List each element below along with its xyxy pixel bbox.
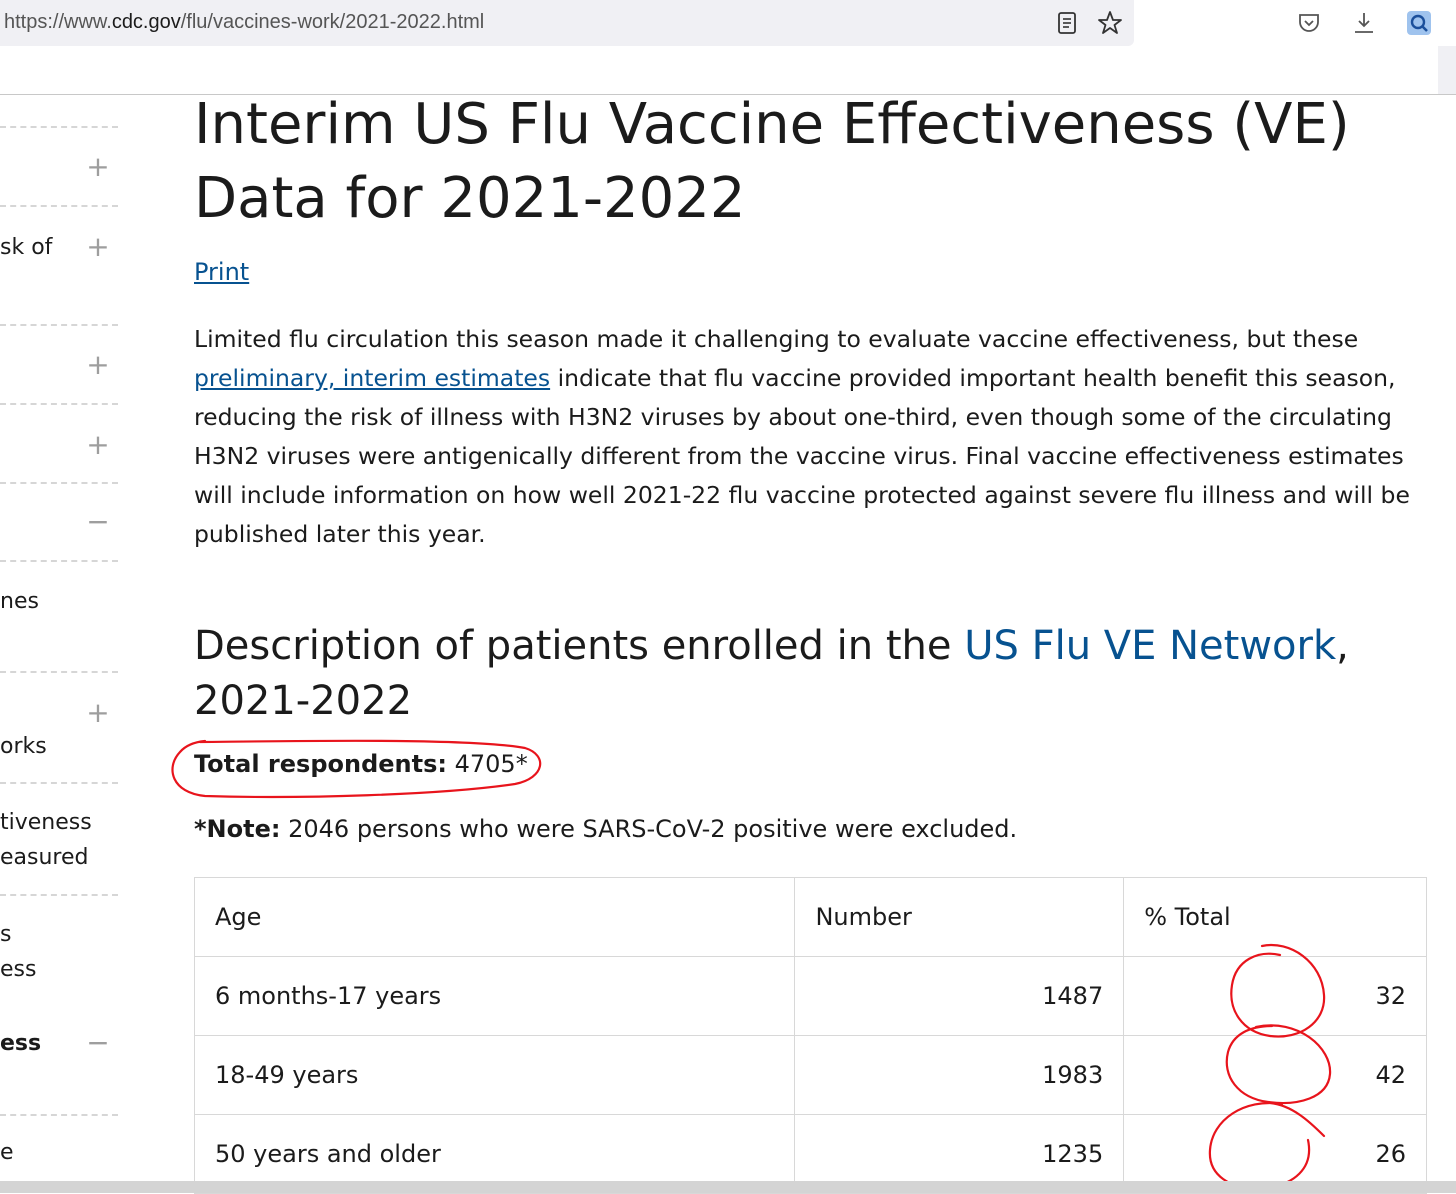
nav-item-label[interactable]: e — [0, 1135, 14, 1170]
reader-view-icon[interactable] — [1054, 10, 1080, 36]
nav-expand-icon[interactable]: + — [86, 699, 110, 727]
nav-collapse-icon[interactable]: − — [86, 1029, 110, 1057]
url-host: cdc.gov — [111, 11, 181, 33]
pocket-icon[interactable] — [1296, 10, 1322, 36]
exclusion-note: *Note: 2046 persons who were SARS-CoV-2 … — [194, 815, 1017, 843]
address-bar[interactable]: https://www.cdc.gov/flu/vaccines-work/20… — [0, 0, 1134, 46]
nav-separator — [0, 671, 118, 673]
pct-total-cell: 32 — [1123, 956, 1427, 1036]
section-heading-text: Description of patients enrolled in the — [194, 623, 965, 669]
intro-text: Limited flu circulation this season made… — [194, 325, 1359, 353]
page-title: Interim US Flu Vaccine Effectiveness (VE… — [194, 92, 1350, 231]
nav-item-label[interactable]: ess — [0, 1026, 41, 1061]
nav-separator — [0, 482, 118, 484]
table-header-row: Age Number % Total — [193, 877, 1427, 957]
us-flu-ve-network-link[interactable]: US Flu VE Network — [964, 623, 1336, 669]
left-navigation: + sk of + + + − nes + orks tiveness easu… — [0, 95, 130, 1193]
nav-expand-icon[interactable]: + — [86, 351, 110, 379]
url-prefix: https://www. — [4, 11, 112, 33]
nav-separator — [0, 560, 118, 562]
nav-item-label[interactable]: nes — [0, 584, 39, 619]
interim-estimates-link[interactable]: preliminary, interim estimates — [194, 364, 550, 392]
nav-item-label[interactable]: tiveness — [0, 805, 92, 840]
extension-icon[interactable] — [1406, 10, 1432, 36]
note-label: *Note: — [194, 815, 281, 843]
table-row: 18-49 years 1983 42 — [193, 1035, 1427, 1115]
nav-separator — [0, 126, 118, 128]
number-cell: 1487 — [794, 956, 1125, 1036]
nav-item-label[interactable]: orks — [0, 729, 47, 764]
nav-item-label[interactable]: s — [0, 917, 11, 952]
toolbar-strip — [0, 48, 1438, 88]
nav-separator — [0, 1114, 118, 1116]
respondents-value: 4705* — [446, 750, 528, 778]
note-text: 2046 persons who were SARS-CoV-2 positiv… — [280, 815, 1018, 843]
download-icon[interactable] — [1351, 10, 1377, 36]
nav-separator — [0, 403, 118, 405]
horizontal-scrollbar[interactable] — [0, 1181, 1456, 1193]
respondents-label: Total respondents: — [194, 750, 447, 778]
url-text[interactable]: https://www.cdc.gov/flu/vaccines-work/20… — [4, 11, 484, 34]
age-cell: 6 months-17 years — [193, 956, 796, 1036]
url-path: /flu/vaccines-work/2021-2022.html — [180, 11, 485, 33]
nav-expand-icon[interactable]: + — [86, 153, 110, 181]
print-link[interactable]: Print — [194, 258, 249, 286]
total-respondents: Total respondents: 4705* — [194, 750, 528, 778]
nav-separator — [0, 205, 118, 207]
nav-item-label[interactable]: easured — [0, 840, 88, 875]
number-cell: 1983 — [794, 1035, 1125, 1115]
column-header-age: Age — [193, 877, 796, 957]
age-distribution-table: Age Number % Total 6 months-17 years 148… — [193, 877, 1427, 1194]
nav-expand-icon[interactable]: + — [86, 233, 110, 261]
nav-item-label[interactable]: ess — [0, 952, 36, 987]
nav-separator — [0, 324, 118, 326]
nav-separator — [0, 894, 118, 896]
intro-paragraph: Limited flu circulation this season made… — [194, 320, 1434, 554]
pct-total-cell: 42 — [1123, 1035, 1427, 1115]
table-row: 6 months-17 years 1487 32 — [193, 956, 1427, 1036]
nav-collapse-icon[interactable]: − — [86, 508, 110, 536]
nav-item-label[interactable]: sk of — [0, 230, 52, 265]
column-header-number: Number — [794, 877, 1125, 957]
nav-separator — [0, 782, 118, 784]
toolbar-edge — [1438, 46, 1456, 94]
section-heading: Description of patients enrolled in the … — [194, 619, 1374, 729]
nav-expand-icon[interactable]: + — [86, 431, 110, 459]
bookmark-star-icon[interactable] — [1097, 10, 1123, 36]
age-cell: 18-49 years — [193, 1035, 796, 1115]
column-header-pct-total: % Total — [1123, 877, 1427, 957]
